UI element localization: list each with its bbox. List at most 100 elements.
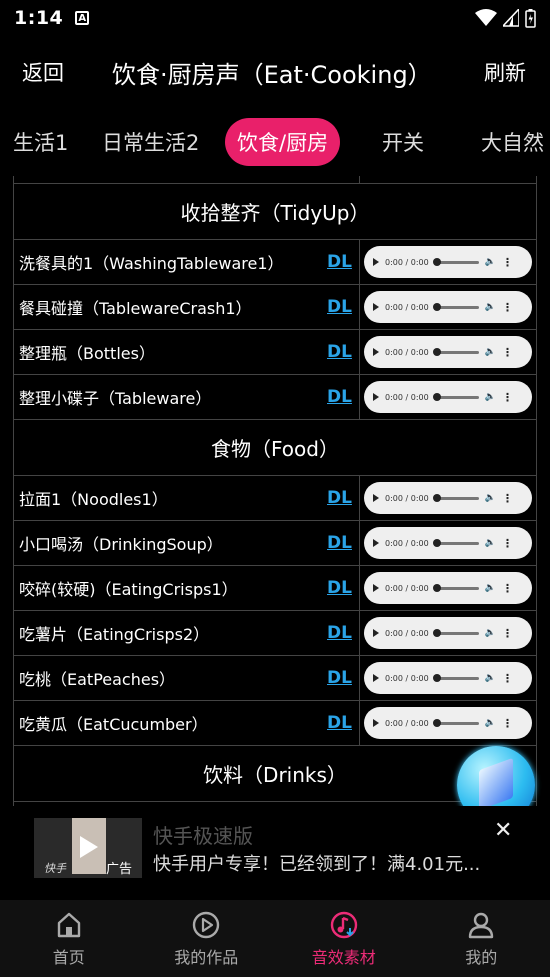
wifi-icon	[475, 9, 497, 26]
more-icon[interactable]: ⋮	[502, 301, 513, 314]
tab-switch[interactable]: 开关	[382, 118, 424, 166]
status-icons	[475, 8, 536, 28]
player-time: 0:00 / 0:00	[385, 718, 429, 728]
sound-name: 餐具碰撞（TablewareCrash1）	[19, 299, 252, 318]
download-link[interactable]: DL	[327, 623, 352, 643]
play-icon[interactable]	[373, 584, 379, 592]
seek-slider[interactable]	[432, 583, 479, 592]
sound-label-cell: 餐具碰撞（TablewareCrash1） DL	[14, 285, 360, 329]
sound-label-cell: 整理小碟子（Tableware） DL	[14, 375, 360, 419]
ad-banner[interactable]: 快手 广告 快手极速版 快手用户专享！已经领到了！满4.01元... ✕	[0, 806, 550, 898]
tab-daily-life2[interactable]: 日常生活2	[102, 118, 199, 166]
play-icon[interactable]	[373, 629, 379, 637]
download-link[interactable]: DL	[327, 533, 352, 553]
download-link[interactable]: DL	[327, 578, 352, 598]
audio-player[interactable]: 0:00 / 0:00 🔈 ⋮	[364, 707, 532, 739]
download-link[interactable]: DL	[327, 252, 352, 272]
sound-name: 拉面1（Noodles1）	[19, 490, 168, 509]
nav-label: 首页	[52, 947, 85, 967]
play-icon[interactable]	[373, 258, 379, 266]
seek-slider[interactable]	[432, 392, 479, 401]
tab-nature[interactable]: 大自然	[481, 118, 544, 166]
audio-player[interactable]: 0:00 / 0:00 🔈 ⋮	[364, 291, 532, 323]
more-icon[interactable]: ⋮	[502, 346, 513, 359]
volume-icon[interactable]: 🔈	[485, 628, 496, 638]
audio-player[interactable]: 0:00 / 0:00 🔈 ⋮	[364, 381, 532, 413]
more-icon[interactable]: ⋮	[502, 492, 513, 505]
more-icon[interactable]: ⋮	[502, 672, 513, 685]
audio-player[interactable]: 0:00 / 0:00 🔈 ⋮	[364, 572, 532, 604]
play-icon[interactable]	[373, 348, 379, 356]
volume-icon[interactable]: 🔈	[485, 718, 496, 728]
volume-icon[interactable]: 🔈	[485, 347, 496, 357]
play-icon[interactable]	[373, 719, 379, 727]
sound-label-cell: 拉面1（Noodles1） DL	[14, 476, 360, 520]
seek-slider[interactable]	[432, 347, 479, 356]
volume-icon[interactable]: 🔈	[485, 302, 496, 312]
download-link[interactable]: DL	[327, 713, 352, 733]
nav-home[interactable]: 首页	[0, 900, 138, 977]
audio-player[interactable]: 0:00 / 0:00 🔈 ⋮	[364, 336, 532, 368]
volume-icon[interactable]: 🔈	[485, 583, 496, 593]
home-icon	[57, 912, 80, 937]
tab-life1[interactable]: 生活1	[13, 118, 68, 166]
volume-icon[interactable]: 🔈	[485, 392, 496, 402]
volume-icon[interactable]: 🔈	[485, 257, 496, 267]
more-icon[interactable]: ⋮	[502, 537, 513, 550]
more-icon[interactable]: ⋮	[502, 391, 513, 404]
sound-name: 小口喝汤（DrinkingSoup）	[19, 535, 223, 554]
sound-name: 整理小碟子（Tableware）	[19, 389, 212, 408]
nav-my-works[interactable]: 我的作品	[138, 900, 276, 977]
volume-icon[interactable]: 🔈	[485, 493, 496, 503]
download-link[interactable]: DL	[327, 297, 352, 317]
more-icon[interactable]: ⋮	[502, 717, 513, 730]
download-link[interactable]: DL	[327, 488, 352, 508]
volume-icon[interactable]: 🔈	[485, 538, 496, 548]
seek-slider[interactable]	[432, 718, 479, 727]
play-icon[interactable]	[373, 539, 379, 547]
status-bar: 1:14 A	[0, 0, 550, 36]
play-icon[interactable]	[373, 393, 379, 401]
download-link[interactable]: DL	[327, 342, 352, 362]
seek-slider[interactable]	[432, 302, 479, 311]
close-icon[interactable]: ✕	[494, 818, 512, 843]
nav-label: 我的作品	[174, 947, 239, 967]
more-icon[interactable]: ⋮	[502, 627, 513, 640]
sound-label-cell: 小口喝汤（DrinkingSoup） DL	[14, 521, 360, 565]
download-link[interactable]: DL	[327, 668, 352, 688]
play-icon[interactable]	[373, 494, 379, 502]
play-icon[interactable]	[373, 674, 379, 682]
nav-label: 我的	[465, 947, 498, 967]
ad-thumbnail[interactable]: 快手 广告	[34, 818, 142, 878]
audio-cell: 0:00 / 0:00 🔈 ⋮	[360, 476, 536, 520]
user-icon	[469, 912, 494, 938]
nav-me[interactable]: 我的	[413, 900, 550, 977]
audio-player[interactable]: 0:00 / 0:00 🔈 ⋮	[364, 662, 532, 694]
sound-label-cell: 吃薯片（EatingCrisps2） DL	[14, 611, 360, 655]
sound-label-cell: 整理瓶（Bottles） DL	[14, 330, 360, 374]
ad-logo: 快手	[44, 862, 66, 875]
volume-icon[interactable]: 🔈	[485, 673, 496, 683]
category-tabs: 生活1 日常生活2 饮食/厨房 开关 大自然	[0, 110, 550, 174]
more-icon[interactable]: ⋮	[502, 256, 513, 269]
seek-slider[interactable]	[432, 673, 479, 682]
sound-label-cell: 吃黄瓜（EatCucumber） DL	[14, 701, 360, 745]
seek-slider[interactable]	[432, 493, 479, 502]
more-icon[interactable]: ⋮	[502, 582, 513, 595]
audio-player[interactable]: 0:00 / 0:00 🔈 ⋮	[364, 527, 532, 559]
seek-slider[interactable]	[432, 257, 479, 266]
status-time: 1:14	[14, 7, 64, 29]
seek-slider[interactable]	[432, 628, 479, 637]
play-icon[interactable]	[373, 303, 379, 311]
audio-player[interactable]: 0:00 / 0:00 🔈 ⋮	[364, 482, 532, 514]
refresh-button[interactable]: 刷新	[484, 57, 526, 87]
back-button[interactable]: 返回	[22, 57, 64, 87]
audio-player[interactable]: 0:00 / 0:00 🔈 ⋮	[364, 617, 532, 649]
download-link[interactable]: DL	[327, 387, 352, 407]
tab-eat-kitchen[interactable]: 饮食/厨房	[225, 118, 341, 166]
seek-slider[interactable]	[432, 538, 479, 547]
audio-player[interactable]: 0:00 / 0:00 🔈 ⋮	[364, 246, 532, 278]
nav-sound-assets[interactable]: 音效素材	[275, 900, 413, 977]
app-bar: 返回 饮食·厨房声（Eat·Cooking） 刷新	[0, 36, 550, 108]
player-time: 0:00 / 0:00	[385, 583, 429, 593]
